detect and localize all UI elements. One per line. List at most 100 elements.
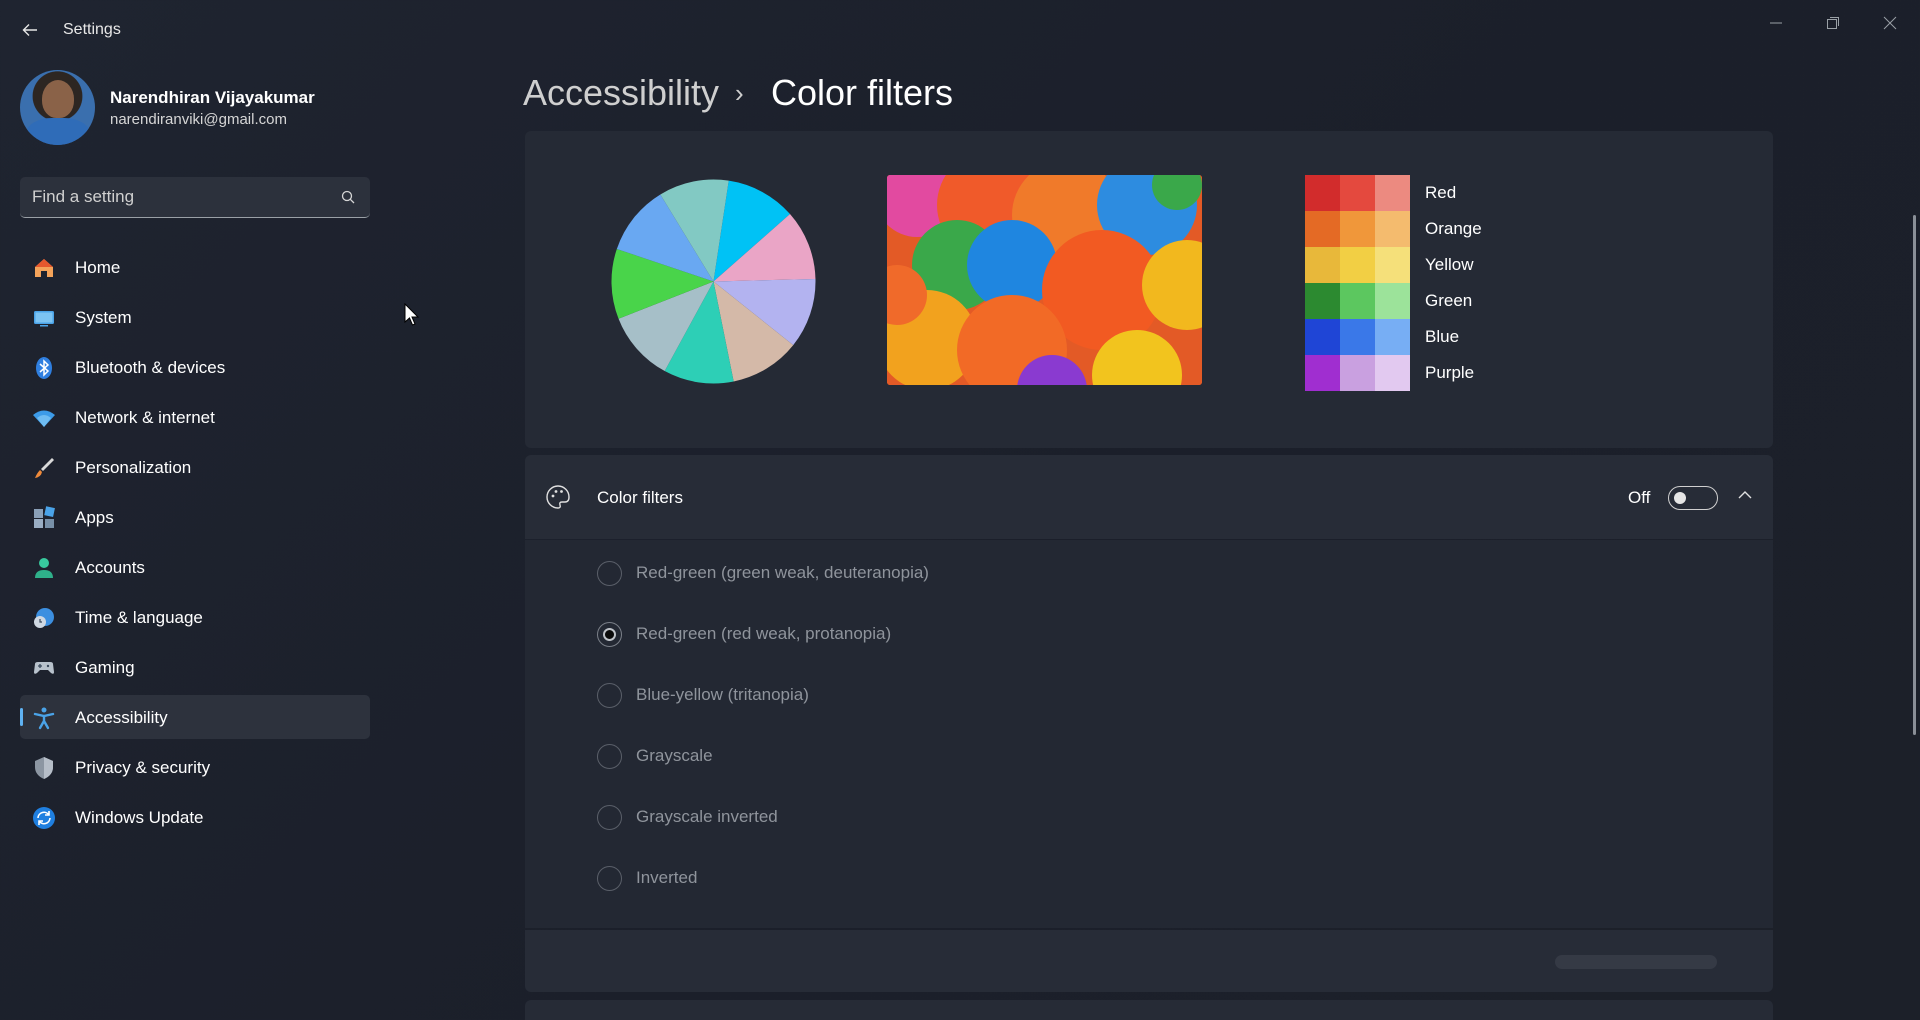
swatch-red-1 <box>1340 175 1375 211</box>
mouse-cursor-icon <box>404 303 420 326</box>
option-label: Grayscale inverted <box>636 807 778 826</box>
swatch-label-blue: Blue <box>1425 327 1460 346</box>
close-button[interactable] <box>1862 6 1918 40</box>
swatch-purple-1 <box>1340 355 1375 391</box>
update-icon <box>33 807 55 829</box>
sidebar-item-privacy[interactable]: Privacy & security <box>20 745 370 789</box>
option-deuteranopia[interactable]: Red-green (green weak, deuteranopia) <box>597 560 929 586</box>
sidebar-item-time-language[interactable]: Time & language <box>20 595 370 639</box>
brush-icon <box>35 458 54 478</box>
sidebar-item-windows-update[interactable]: Windows Update <box>20 795 370 839</box>
swatch-green-2 <box>1375 283 1410 319</box>
radio-button-checked[interactable] <box>597 621 622 647</box>
swatch-purple-2 <box>1375 355 1410 391</box>
sidebar-item-label: Accounts <box>75 558 145 577</box>
swatch-purple-0 <box>1305 355 1340 391</box>
radio-button[interactable] <box>597 865 622 891</box>
swatch-orange-0 <box>1305 211 1340 247</box>
title-bar: Settings <box>0 0 1920 60</box>
option-protanopia[interactable]: Red-green (red weak, protanopia) <box>597 621 891 647</box>
option-label: Blue-yellow (tritanopia) <box>636 685 809 704</box>
color-swatch-grid <box>1305 175 1410 391</box>
sidebar-item-personalization[interactable]: Personalization <box>20 445 370 489</box>
sidebar-item-label: Gaming <box>75 658 135 677</box>
sidebar-nav: Home System Bluetooth & devices Network … <box>20 245 370 845</box>
sidebar-item-network[interactable]: Network & internet <box>20 395 370 439</box>
palette-icon <box>546 485 570 509</box>
radio-button[interactable] <box>597 743 622 769</box>
restore-button[interactable] <box>1805 6 1861 40</box>
home-icon <box>35 259 53 277</box>
apps-icon <box>34 506 55 528</box>
option-label: Grayscale <box>636 746 713 765</box>
swatch-label-purple: Purple <box>1425 363 1475 382</box>
swatch-blue-0 <box>1305 319 1340 355</box>
search-box[interactable] <box>20 177 370 218</box>
paper-umbrellas-image <box>887 175 1202 385</box>
color-filter-options: Red-green (green weak, deuteranopia) Red… <box>525 540 1773 928</box>
swatch-label-red: Red <box>1425 183 1457 202</box>
color-filters-toggle[interactable] <box>1668 486 1718 510</box>
breadcrumb-separator: › <box>735 78 744 108</box>
restore-icon <box>1827 17 1839 29</box>
avatar[interactable] <box>20 70 95 145</box>
radio-button[interactable] <box>597 560 622 586</box>
minimize-button[interactable] <box>1748 6 1804 40</box>
preview-photo <box>887 175 1202 385</box>
swatch-orange-2 <box>1375 211 1410 247</box>
option-label: Red-green (green weak, deuteranopia) <box>636 563 929 582</box>
option-tritanopia[interactable]: Blue-yellow (tritanopia) <box>597 682 809 708</box>
accessibility-icon <box>33 707 55 730</box>
sidebar-item-label: Personalization <box>75 458 192 477</box>
swatch-label-yellow: Yellow <box>1425 255 1474 274</box>
next-settings-card <box>525 1000 1773 1020</box>
breadcrumb-parent[interactable]: Accessibility <box>523 72 719 114</box>
user-email: narendiranviki@gmail.com <box>110 111 287 128</box>
chevron-up-icon[interactable] <box>1735 485 1755 505</box>
sidebar-item-bluetooth[interactable]: Bluetooth & devices <box>20 345 370 389</box>
sidebar-item-apps[interactable]: Apps <box>20 495 370 539</box>
sidebar-item-home[interactable]: Home <box>20 245 370 289</box>
swatch-label-green: Green <box>1425 291 1473 310</box>
swatch-red-2 <box>1375 175 1410 211</box>
swatch-green-0 <box>1305 283 1340 319</box>
back-arrow-icon <box>22 24 37 36</box>
radio-button[interactable] <box>597 804 622 830</box>
color-filters-setting[interactable]: Color filters Off <box>525 455 1773 539</box>
back-button[interactable] <box>16 16 44 44</box>
page-title: Color filters <box>771 72 954 113</box>
system-icon <box>34 311 54 327</box>
sidebar-item-system[interactable]: System <box>20 295 370 339</box>
sidebar-item-label: Windows Update <box>75 808 204 827</box>
swatch-blue-1 <box>1340 319 1375 355</box>
swatch-blue-2 <box>1375 319 1410 355</box>
sidebar-item-label: Accessibility <box>75 708 168 727</box>
swatch-label-orange: Orange <box>1425 219 1482 238</box>
close-icon <box>1883 16 1897 30</box>
preview-pie-chart <box>611 179 816 384</box>
search-icon[interactable] <box>340 189 356 205</box>
sidebar-item-label: Privacy & security <box>75 758 211 777</box>
sidebar-item-label: Time & language <box>75 608 203 627</box>
radio-button[interactable] <box>597 682 622 708</box>
sidebar-item-label: Apps <box>75 508 114 527</box>
swatch-yellow-0 <box>1305 247 1340 283</box>
sidebar-item-label: Bluetooth & devices <box>75 358 226 377</box>
minimize-icon <box>1770 22 1782 24</box>
color-filters-title: Color filters <box>597 488 683 507</box>
option-grayscale-inverted[interactable]: Grayscale inverted <box>597 804 778 830</box>
sidebar-item-gaming[interactable]: Gaming <box>20 645 370 689</box>
globe-clock-icon <box>34 608 54 628</box>
option-inverted[interactable]: Inverted <box>597 865 697 891</box>
swatch-red-0 <box>1305 175 1340 211</box>
wifi-icon <box>33 410 55 427</box>
user-name: Narendhiran Vijayakumar <box>110 88 315 107</box>
bluetooth-icon <box>36 357 52 379</box>
swatch-yellow-2 <box>1375 247 1410 283</box>
search-input[interactable] <box>32 186 322 208</box>
shield-icon <box>35 757 53 779</box>
sidebar-item-accounts[interactable]: Accounts <box>20 545 370 589</box>
sidebar-item-accessibility[interactable]: Accessibility <box>20 695 370 739</box>
vertical-scrollbar[interactable] <box>1913 215 1916 735</box>
option-grayscale[interactable]: Grayscale <box>597 743 713 769</box>
